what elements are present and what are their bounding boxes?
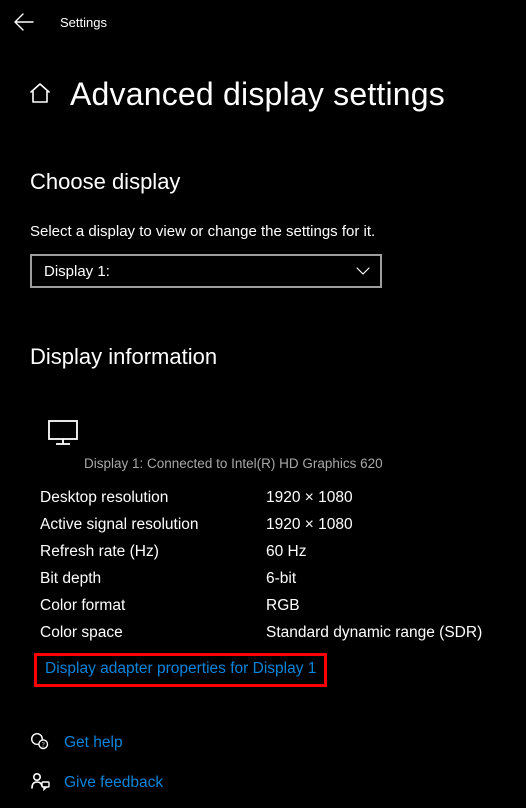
info-value: 6-bit — [266, 570, 296, 588]
monitor-icon — [48, 420, 526, 450]
display-information-heading: Display information — [0, 288, 526, 382]
svg-text:?: ? — [42, 741, 45, 749]
chevron-down-icon — [356, 263, 370, 280]
home-icon[interactable] — [28, 81, 52, 109]
info-row: Bit depth 6-bit — [40, 566, 498, 593]
adapter-link-highlight: Display adapter properties for Display 1 — [34, 653, 327, 687]
give-feedback-label: Give feedback — [64, 774, 163, 792]
display-connected-text: Display 1: Connected to Intel(R) HD Grap… — [42, 454, 526, 485]
get-help-link[interactable]: ? Get help — [30, 725, 526, 765]
page-header: Advanced display settings — [0, 42, 526, 127]
info-label: Bit depth — [40, 570, 266, 588]
choose-display-subtitle: Select a display to view or change the s… — [0, 207, 526, 246]
info-row: Color format RGB — [40, 593, 498, 620]
give-feedback-link[interactable]: Give feedback — [30, 765, 526, 805]
info-value: 1920 × 1080 — [266, 489, 353, 507]
info-label: Desktop resolution — [40, 489, 266, 507]
get-help-label: Get help — [64, 734, 123, 752]
display-info-rows: Desktop resolution 1920 × 1080 Active si… — [0, 485, 526, 647]
info-value: 1920 × 1080 — [266, 516, 353, 534]
info-label: Color space — [40, 624, 266, 642]
titlebar: Settings — [0, 0, 526, 42]
info-row: Color space Standard dynamic range (SDR) — [40, 620, 498, 647]
info-value: Standard dynamic range (SDR) — [266, 624, 482, 642]
info-label: Color format — [40, 597, 266, 615]
display-select[interactable]: Display 1: — [30, 254, 382, 288]
info-value: 60 Hz — [266, 543, 307, 561]
info-label: Active signal resolution — [40, 516, 266, 534]
display-select-value: Display 1: — [44, 263, 110, 280]
back-arrow-icon — [14, 13, 34, 31]
feedback-icon — [30, 771, 50, 795]
info-value: RGB — [266, 597, 300, 615]
monitor-block: Display 1: Connected to Intel(R) HD Grap… — [0, 382, 526, 485]
help-icon: ? — [30, 731, 50, 755]
info-row: Refresh rate (Hz) 60 Hz — [40, 539, 498, 566]
app-title: Settings — [60, 15, 107, 30]
info-label: Refresh rate (Hz) — [40, 543, 266, 561]
page-title: Advanced display settings — [70, 76, 445, 113]
display-adapter-link[interactable]: Display adapter properties for Display 1 — [45, 660, 316, 677]
choose-display-heading: Choose display — [0, 127, 526, 207]
footer-links: ? Get help Give feedback — [0, 687, 526, 805]
back-button[interactable] — [12, 10, 36, 34]
info-row: Desktop resolution 1920 × 1080 — [40, 485, 498, 512]
info-row: Active signal resolution 1920 × 1080 — [40, 512, 498, 539]
